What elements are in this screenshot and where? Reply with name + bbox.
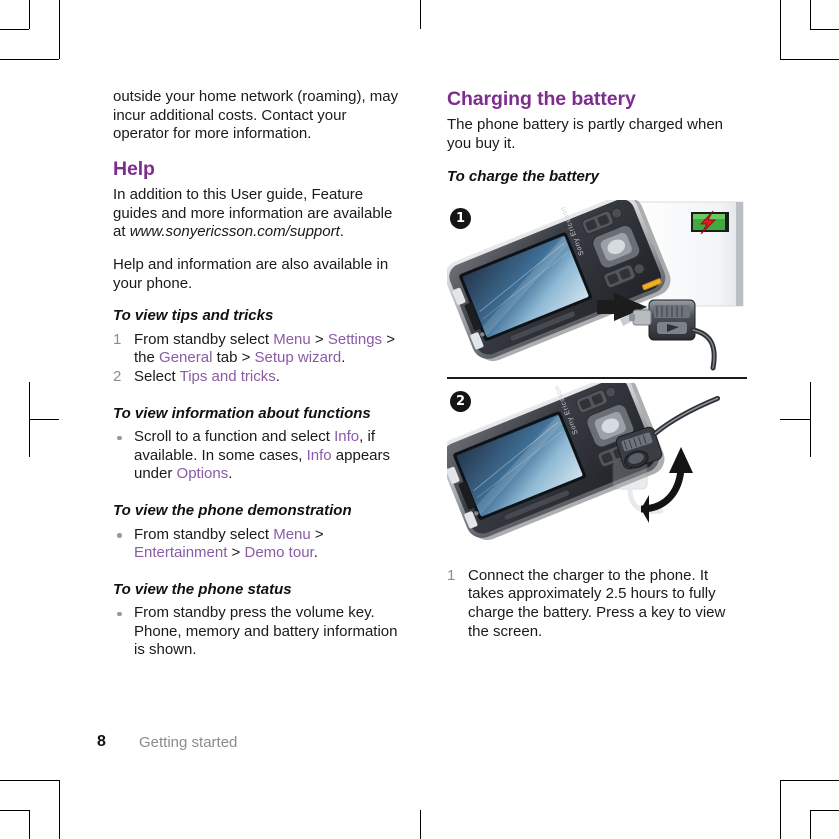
phone-charger-rotate-illustration: Sony Ericsson — [447, 382, 721, 540]
charge-procedure-heading: To charge the battery — [447, 167, 599, 185]
crop-mark-top-left-inner-vertical — [59, 0, 60, 59]
crop-mark-bottom-right-vertical — [810, 810, 811, 839]
step-number: 2 — [113, 367, 122, 385]
list-item: From standby select Menu > Entertainment… — [113, 526, 403, 563]
page-footer: 8 Getting started — [97, 733, 747, 755]
figure-step-badge: 2 — [450, 390, 471, 412]
crop-mark-bottom-left-inner-horizontal — [0, 810, 29, 811]
ui-path-link: Tips and tricks — [179, 367, 276, 385]
figure-rotate-charger: 2 Sony Ericsson — [447, 382, 747, 553]
bullet-text: From standby press the volume key. Phone… — [134, 604, 397, 658]
step-number: 1 — [113, 330, 122, 348]
text-run: Select — [134, 367, 180, 385]
page-number: 8 — [97, 733, 106, 750]
figure-connect-charger: 1 Sony Ericsson — [447, 200, 747, 375]
crop-mark-mid-right-horizontal — [780, 419, 810, 420]
crop-mark-mid-left-horizontal — [29, 419, 59, 420]
step-text: Select Tips and tricks. — [134, 368, 280, 385]
text-run: . — [228, 465, 233, 483]
bullet-text: From standby select Menu > Entertainment… — [134, 526, 324, 562]
crop-mark-bottom-right-inner-horizontal — [810, 810, 839, 811]
text-run: . — [341, 349, 346, 367]
phone-status-list: From standby press the volume key. Phone… — [113, 604, 403, 660]
ui-path-link: Info — [334, 428, 360, 446]
charging-steps: 1 Connect the charger to the phone. It t… — [447, 567, 747, 641]
phone-status-heading: To view the phone status — [113, 580, 292, 598]
crop-mark-top-left-vertical — [29, 0, 30, 29]
ui-path-link: Menu — [273, 330, 311, 348]
ui-path-link: Info — [306, 446, 332, 464]
crop-mark-bottom-right-inner-vertical — [780, 780, 781, 839]
help-heading: Help — [113, 157, 155, 180]
list-item: From standby press the volume key. Phone… — [113, 604, 403, 660]
ui-path-link: Settings — [327, 330, 383, 348]
info-about-functions-list: Scroll to a function and select Info, if… — [113, 428, 403, 484]
figure-divider — [447, 377, 747, 379]
crop-mark-bottom-left-horizontal — [0, 780, 59, 781]
charging-paragraph: The phone battery is partly charged when… — [447, 116, 723, 153]
ui-path-link: Menu — [273, 525, 311, 543]
text-run: From standby select — [134, 525, 274, 543]
list-item: Scroll to a function and select Info, if… — [113, 428, 403, 484]
crop-mark-top-right-inner-horizontal — [780, 59, 839, 60]
crop-mark-top-right-vertical — [810, 0, 811, 29]
charging-heading: Charging the battery — [447, 88, 636, 110]
crop-mark-bottom-right-horizontal — [780, 780, 839, 781]
crop-mark-bottom-left-vertical — [29, 810, 30, 839]
text-run: tab > — [212, 349, 255, 367]
crop-mark-mid-right-vertical — [810, 382, 811, 457]
manual-page: outside your home network (roaming), may… — [0, 0, 839, 839]
phone-demonstration-heading: To view the phone demonstration — [113, 501, 352, 519]
text-run: . — [313, 544, 318, 562]
charger-plug — [629, 299, 717, 371]
support-url: www.sonyericsson.com/support — [129, 223, 340, 241]
crop-mark-bottom-center — [420, 810, 421, 839]
bullet-icon — [117, 611, 122, 617]
crop-mark-bottom-left-inner-vertical — [59, 780, 60, 839]
crop-mark-top-left-inner-horizontal — [0, 59, 59, 60]
ui-path-link: Setup wizard — [254, 349, 342, 367]
phone-demonstration-list: From standby select Menu > Entertainment… — [113, 526, 403, 563]
running-head: Getting started — [139, 734, 238, 751]
tips-and-tricks-steps: 1 From standby select Menu > Settings > … — [113, 331, 403, 387]
phone-charger-connect-illustration: Sony Ericsson — [447, 200, 744, 371]
tips-and-tricks-heading: To view tips and tricks — [113, 307, 274, 325]
text-run: > — [310, 525, 324, 543]
continued-paragraph: outside your home network (roaming), may… — [113, 88, 399, 143]
crop-mark-top-right-horizontal — [810, 29, 839, 30]
list-item: 2 Select Tips and tricks. — [113, 368, 403, 387]
text-run: . — [275, 367, 280, 385]
bullet-icon — [117, 533, 122, 538]
step-text: From standby select Menu > Settings > th… — [134, 331, 395, 367]
text-run: From standby press the volume key. Phone… — [134, 604, 398, 659]
help-paragraph-2: Help and information are also available … — [113, 255, 389, 292]
list-item: 1 Connect the charger to the phone. It t… — [447, 567, 747, 641]
left-column: outside your home network (roaming), may… — [113, 88, 403, 674]
ui-path-link: Demo tour — [244, 544, 314, 562]
text-run: Scroll to a function and select — [134, 428, 335, 446]
ui-path-link: General — [159, 349, 213, 367]
text-run: From standby select — [134, 330, 274, 348]
crop-mark-top-right-inner-vertical — [780, 0, 781, 59]
help-paragraph-1-period: . — [339, 223, 344, 241]
text-run: > — [310, 330, 328, 348]
ui-path-link: Options — [176, 465, 229, 483]
bullet-icon — [117, 435, 122, 441]
bullet-text: Scroll to a function and select Info, if… — [134, 428, 390, 482]
crop-mark-top-center — [420, 0, 421, 29]
crop-mark-top-left-horizontal — [0, 29, 29, 30]
right-column: Charging the battery The phone battery i… — [447, 88, 747, 655]
ui-path-link: Entertainment — [134, 544, 228, 562]
illustrations: 1 Sony Ericsson 2 Sony Ericsson — [447, 200, 747, 553]
step-text: Connect the charger to the phone. It tak… — [468, 566, 726, 640]
step-number: 1 — [447, 566, 456, 584]
list-item: 1 From standby select Menu > Settings > … — [113, 331, 403, 368]
text-run: > — [227, 544, 245, 562]
help-paragraph-1: In addition to this User guide, Feature … — [113, 186, 403, 242]
info-about-functions-heading: To view information about functions — [113, 404, 371, 422]
charging-battery-icon — [691, 210, 729, 235]
